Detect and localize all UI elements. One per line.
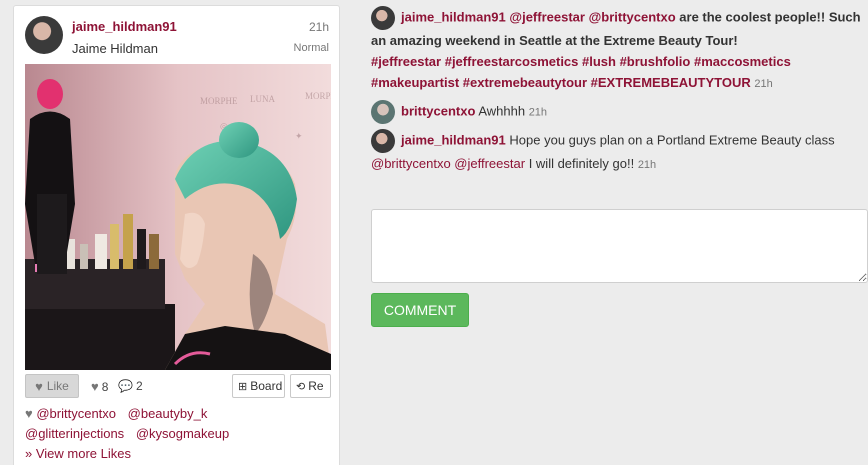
like-button-label: Like	[46, 379, 69, 393]
post-time: 21h	[308, 20, 329, 34]
likes-count-value: 8	[101, 379, 109, 394]
comment-author[interactable]: jaime_hildman91	[401, 9, 506, 24]
comment-author[interactable]: brittycentxo	[401, 103, 475, 118]
post-header: jaime_hildman91 Jaime Hildman 21h Normal	[14, 6, 339, 64]
comment-time: 21h	[754, 78, 773, 90]
repost-button[interactable]: ⟲ Re	[290, 374, 331, 398]
mention-link[interactable]: @brittycentxo	[371, 156, 451, 171]
mention-link[interactable]: @brittycentxo	[589, 9, 676, 24]
post-filter: Normal	[293, 42, 329, 54]
likes-count[interactable]: ♥ 8	[91, 379, 108, 394]
repost-icon: ⟲	[296, 380, 306, 393]
svg-text:MORPHE: MORPHE	[200, 96, 238, 106]
likers-list: ♥ @brittycentxo @beautyby_k @glitterinje…	[25, 404, 331, 464]
liker-link[interactable]: @glitterinjections	[25, 426, 124, 441]
comment-item: jaime_hildman91 Hope you guys plan on a …	[371, 129, 861, 176]
repost-button-label: Re	[308, 379, 324, 393]
view-more-likes-link[interactable]: » View more Likes	[25, 446, 131, 461]
comment-icon: 💬	[118, 379, 133, 393]
svg-text:LUNA: LUNA	[250, 94, 275, 104]
comment-text: Hope you guys plan on a Portland Extreme…	[509, 132, 835, 148]
heart-icon: ♥	[25, 406, 33, 421]
svg-text:✦: ✦	[295, 131, 303, 141]
post-photo[interactable]: MORPH MORPHE LUNA ✦ ◎ ▲	[25, 64, 331, 370]
like-button[interactable]: ♥ Like	[25, 374, 79, 398]
liker-link[interactable]: @brittycentxo	[36, 406, 116, 421]
comment-time: 21h	[528, 106, 548, 119]
heart-icon: ♥	[35, 378, 43, 394]
post-username[interactable]: jaime_hildman91	[72, 19, 177, 34]
avatar[interactable]	[25, 16, 63, 54]
comment-text: Awhhhh	[478, 103, 526, 119]
comment-input[interactable]	[371, 209, 868, 283]
comment-item: brittycentxo Awhhhh 21h	[371, 100, 861, 124]
comment-author[interactable]: jaime_hildman91	[401, 132, 506, 147]
mention-link[interactable]: @jeffreestar	[509, 9, 585, 24]
board-button-label: Board	[250, 379, 283, 393]
svg-text:MORPH: MORPH	[305, 91, 331, 101]
hashtag-links[interactable]: #jeffreestar #jeffreestarcosmetics #lush…	[371, 54, 791, 90]
comments-count[interactable]: 💬 2	[118, 379, 143, 393]
board-button[interactable]: ⊞ Board	[232, 374, 285, 398]
avatar[interactable]	[371, 100, 395, 124]
liker-link[interactable]: @kysogmakeup	[136, 426, 229, 441]
post-full-name: Jaime Hildman	[72, 41, 158, 56]
comment-item: jaime_hildman91 @jeffreestar @brittycent…	[371, 6, 861, 95]
post-card: jaime_hildman91 Jaime Hildman 21h Normal…	[13, 5, 340, 465]
plus-box-icon: ⊞	[238, 380, 248, 393]
comment-button[interactable]: COMMENT	[371, 293, 469, 327]
heart-icon: ♥	[91, 379, 99, 394]
avatar[interactable]	[371, 6, 395, 30]
liker-link[interactable]: @beautyby_k	[128, 406, 208, 421]
comment-text: I will definitely go!!	[528, 156, 635, 171]
post-actions: ♥ Like ♥ 8 💬 2 ⊞ Board ⟲ Re	[25, 374, 331, 398]
mention-link[interactable]: @jeffreestar	[454, 156, 525, 171]
comment-time: 21h	[637, 159, 657, 171]
comments-count-value: 2	[135, 379, 143, 393]
comments-list: jaime_hildman91 @jeffreestar @brittycent…	[371, 6, 861, 176]
avatar[interactable]	[371, 129, 395, 153]
